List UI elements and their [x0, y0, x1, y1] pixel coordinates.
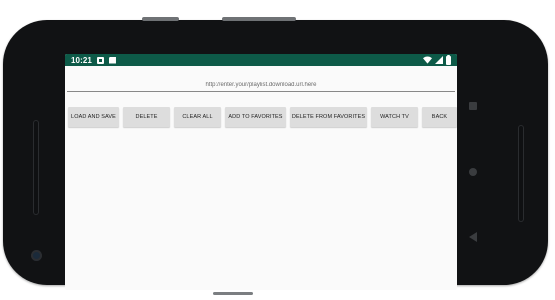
recent-apps-icon[interactable]	[469, 102, 477, 110]
add-to-favorites-button[interactable]: ADD TO FAVORITES	[225, 107, 286, 127]
home-icon[interactable]	[469, 168, 477, 176]
notification-square-icon	[96, 56, 104, 64]
status-left: 10:21	[71, 56, 116, 65]
delete-button[interactable]: DELETE	[123, 107, 170, 127]
device-screen: 10:21 LOAD AND SAVE DELETE CLEAR ALL ADD…	[65, 54, 457, 290]
left-speaker	[33, 120, 39, 215]
bottom-edge-button	[213, 292, 253, 295]
back-triangle-icon[interactable]	[469, 232, 477, 242]
status-right	[423, 54, 451, 65]
status-bar: 10:21	[65, 54, 457, 66]
battery-icon	[446, 54, 451, 65]
front-camera	[31, 250, 42, 261]
back-button[interactable]: BACK	[422, 107, 457, 127]
delete-from-favorites-button[interactable]: DELETE FROM FAVORITES	[290, 107, 367, 127]
phone-frame: 10:21 LOAD AND SAVE DELETE CLEAR ALL ADD…	[3, 20, 548, 290]
volume-button[interactable]	[142, 17, 179, 21]
signal-icon	[435, 56, 443, 64]
wifi-icon	[423, 56, 432, 64]
load-and-save-button[interactable]: LOAD AND SAVE	[68, 107, 119, 127]
action-button-row: LOAD AND SAVE DELETE CLEAR ALL ADD TO FA…	[68, 107, 457, 127]
status-time: 10:21	[71, 55, 92, 65]
power-button[interactable]	[222, 17, 296, 21]
watch-tv-button[interactable]: WATCH TV	[371, 107, 418, 127]
sd-card-icon	[108, 56, 116, 64]
clear-all-button[interactable]: CLEAR ALL	[174, 107, 221, 127]
playlist-url-input[interactable]	[67, 78, 455, 92]
right-speaker	[518, 125, 524, 222]
